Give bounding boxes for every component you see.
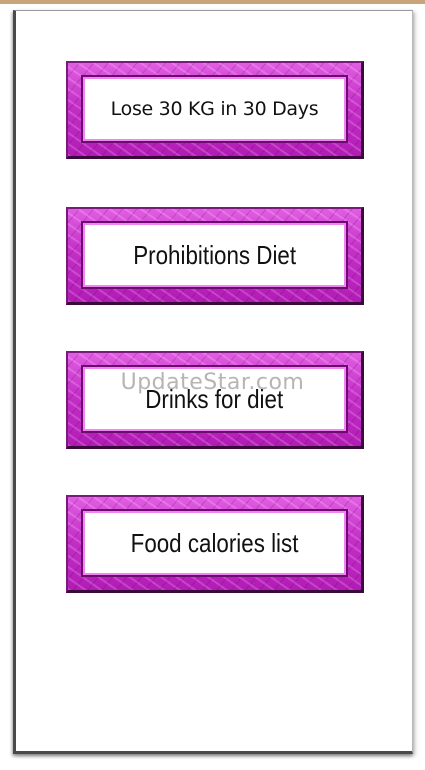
button-inner-frame: Prohibitions Diet	[81, 221, 348, 289]
button-label: Food calories list	[130, 527, 299, 558]
button-label: Drinks for diet	[145, 383, 284, 414]
top-edge-strip	[0, 0, 425, 4]
prohibitions-diet-button[interactable]: Prohibitions Diet	[66, 207, 364, 305]
drinks-for-diet-button[interactable]: Drinks for diet	[66, 351, 364, 449]
main-panel: Lose 30 KG in 30 Days Prohibitions Diet …	[13, 10, 413, 754]
lose-30kg-button[interactable]: Lose 30 KG in 30 Days	[66, 61, 364, 159]
button-inner-frame: Lose 30 KG in 30 Days	[81, 75, 348, 143]
button-inner-frame: Food calories list	[81, 509, 348, 577]
button-label: Prohibitions Diet	[133, 239, 296, 270]
button-inner-frame: Drinks for diet	[81, 365, 348, 433]
button-label: Lose 30 KG in 30 Days	[110, 98, 319, 120]
food-calories-list-button[interactable]: Food calories list	[66, 495, 364, 593]
